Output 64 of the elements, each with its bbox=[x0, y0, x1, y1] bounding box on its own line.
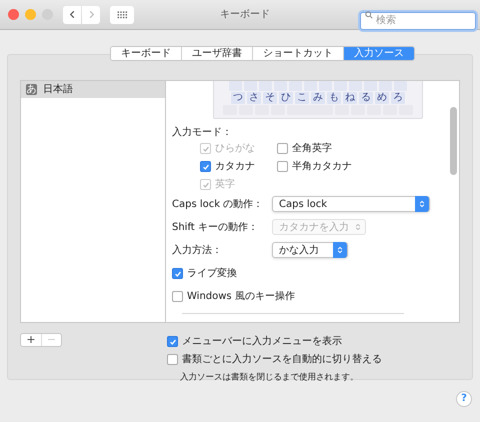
keyboard-key bbox=[349, 81, 362, 91]
window-title: キーボード bbox=[219, 8, 271, 22]
keyboard-key bbox=[229, 81, 242, 91]
grid-icon bbox=[116, 10, 128, 18]
checkbox-label: 書類ごとに入力ソースを自動的に切り替える bbox=[182, 352, 382, 367]
keyboard-key: ろ bbox=[391, 92, 405, 104]
close-button[interactable] bbox=[8, 9, 19, 20]
stepper-arrows-icon bbox=[355, 223, 361, 231]
footer-note: 入力ソースは書類を閉じるまで使用されます。 bbox=[178, 372, 358, 384]
source-name: 日本語 bbox=[43, 82, 73, 97]
keyboard-key bbox=[319, 81, 332, 91]
checkbox-label: ひらがな bbox=[215, 142, 255, 155]
keyboard-key: ひ bbox=[279, 92, 293, 104]
checkbox-label: メニューバーに入力メニューを表示 bbox=[182, 334, 342, 349]
stepper-arrows-icon bbox=[337, 246, 343, 254]
checkbox-label: ライブ変換 bbox=[187, 267, 237, 280]
keyboard-key bbox=[334, 81, 347, 91]
popup-button[interactable]: Caps lock bbox=[272, 196, 430, 212]
add-button[interactable]: + bbox=[21, 334, 41, 346]
scrollbar-thumb[interactable] bbox=[450, 107, 457, 175]
keyboard-key: る bbox=[359, 92, 373, 104]
source-list-item[interactable]: あ 日本語 bbox=[21, 81, 165, 98]
keyboard-key bbox=[379, 81, 392, 91]
keyboard-key: こ bbox=[295, 92, 309, 104]
checkbox[interactable] bbox=[200, 161, 211, 172]
keyboard-key: め bbox=[375, 92, 389, 104]
keyboard-key bbox=[274, 81, 287, 91]
checkbox-label: 英字 bbox=[215, 178, 235, 191]
search-field[interactable]: 検索 bbox=[360, 12, 476, 30]
keyboard-key: も bbox=[327, 92, 341, 104]
checkbox-label: 全角英字 bbox=[292, 142, 332, 155]
section-label: 入力モード： bbox=[172, 126, 233, 140]
checkbox[interactable] bbox=[172, 291, 183, 302]
input-source-icon: あ bbox=[26, 84, 37, 95]
minimize-button[interactable] bbox=[25, 9, 36, 20]
setting-label: 入力方法： bbox=[172, 244, 223, 256]
stepper-arrows-icon bbox=[419, 200, 425, 208]
checkbox-label: 半角カタカナ bbox=[292, 160, 352, 173]
keyboard-key bbox=[394, 81, 407, 91]
checkbox[interactable] bbox=[172, 268, 183, 279]
show-all-button[interactable] bbox=[110, 6, 134, 24]
setting-label: Caps lock の動作： bbox=[172, 198, 264, 210]
keyboard-key: つ bbox=[231, 92, 245, 104]
keyboard-key bbox=[259, 81, 272, 91]
keyboard-key bbox=[244, 81, 257, 91]
checkbox[interactable] bbox=[277, 161, 288, 172]
checkbox[interactable] bbox=[167, 336, 178, 347]
popup-button[interactable]: かな入力 bbox=[272, 242, 348, 258]
search-icon bbox=[365, 11, 373, 19]
checkbox[interactable] bbox=[167, 354, 178, 365]
keyboard-key bbox=[289, 81, 302, 91]
chevron-left-icon bbox=[68, 10, 76, 19]
keyboard-key bbox=[364, 81, 377, 91]
chevron-right-icon bbox=[86, 10, 96, 19]
checkbox-label: カタカナ bbox=[215, 160, 255, 173]
setting-label: Shift キーの動作： bbox=[172, 220, 259, 234]
back-button[interactable] bbox=[63, 6, 81, 24]
keyboard-key: さ bbox=[247, 92, 261, 104]
keyboard-key bbox=[304, 81, 317, 91]
keyboard-key: ね bbox=[343, 92, 357, 104]
checkbox[interactable] bbox=[277, 143, 288, 154]
keyboard-key: み bbox=[311, 92, 325, 104]
checkbox-label: Windows 風のキー操作 bbox=[187, 290, 295, 303]
keyboard-key: そ bbox=[263, 92, 277, 104]
